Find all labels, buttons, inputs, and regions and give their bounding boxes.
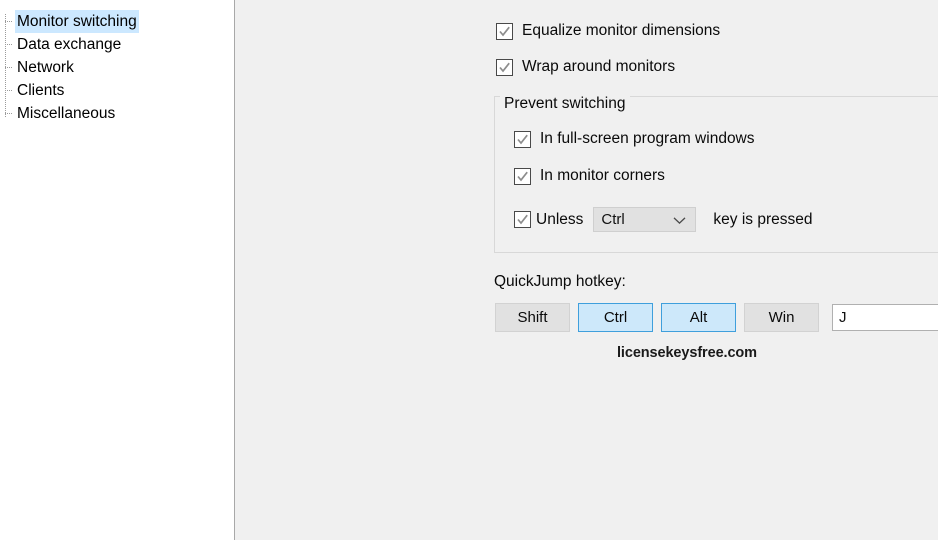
checkbox-row-in-full-screen-program-windows[interactable]: In full-screen program windows bbox=[514, 130, 755, 148]
sidebar-item-label: Monitor switching bbox=[15, 10, 139, 33]
wrap-around-monitors-label: Wrap around monitors bbox=[522, 58, 676, 75]
hotkey-modifier-alt-button[interactable]: Alt bbox=[661, 303, 736, 332]
settings-window: Monitor switching Data exchange Network … bbox=[0, 0, 938, 540]
unless-key-pressed-checkbox[interactable] bbox=[514, 211, 531, 228]
hotkey-modifier-win-button[interactable]: Win bbox=[744, 303, 819, 332]
check-icon bbox=[517, 134, 528, 144]
tree-connector-icon bbox=[5, 67, 13, 68]
monitor-switching-settings-pane: Equalize monitor dimensions Wrap around … bbox=[235, 0, 938, 540]
watermark-text: licensekeysfree.com bbox=[617, 345, 757, 361]
sidebar-item-monitor-switching[interactable]: Monitor switching bbox=[0, 10, 234, 33]
checkbox-row-in-monitor-corners[interactable]: In monitor corners bbox=[514, 167, 665, 185]
equalize-monitor-dimensions-label: Equalize monitor dimensions bbox=[522, 22, 721, 39]
sidebar-item-data-exchange[interactable]: Data exchange bbox=[0, 33, 234, 56]
tree-connector-icon bbox=[5, 113, 13, 114]
hotkey-modifier-ctrl-button[interactable]: Ctrl bbox=[578, 303, 653, 332]
equalize-monitor-dimensions-checkbox[interactable] bbox=[496, 22, 513, 40]
check-icon bbox=[517, 214, 528, 225]
unless-label: Unless bbox=[536, 210, 584, 228]
in-monitor-corners-checkbox[interactable] bbox=[514, 167, 531, 185]
quickjump-hotkey-label: QuickJump hotkey: bbox=[494, 273, 626, 290]
sidebar-item-clients[interactable]: Clients bbox=[0, 79, 234, 102]
wrap-around-monitors-checkbox[interactable] bbox=[496, 58, 513, 76]
quickjump-key-combobox[interactable]: J bbox=[832, 304, 938, 331]
quickjump-key-value: J bbox=[839, 309, 847, 326]
settings-category-tree: Monitor switching Data exchange Network … bbox=[0, 0, 235, 540]
tree-connector-icon bbox=[5, 90, 13, 91]
modifier-key-value: Ctrl bbox=[601, 211, 625, 228]
key-is-pressed-label: key is pressed bbox=[713, 210, 813, 228]
tree-connector-icon bbox=[5, 21, 13, 22]
sidebar-item-label: Miscellaneous bbox=[17, 105, 116, 122]
in-full-screen-program-windows-checkbox[interactable] bbox=[514, 130, 531, 148]
chevron-down-icon bbox=[673, 211, 686, 228]
tree-list: Monitor switching Data exchange Network … bbox=[0, 10, 234, 125]
check-icon bbox=[499, 26, 510, 36]
prevent-switching-groupbox-title: Prevent switching bbox=[500, 95, 631, 113]
tree-connector-icon bbox=[5, 44, 13, 45]
modifier-key-combobox[interactable]: Ctrl bbox=[593, 207, 697, 232]
sidebar-item-miscellaneous[interactable]: Miscellaneous bbox=[0, 102, 234, 125]
sidebar-item-label: Clients bbox=[17, 82, 65, 99]
checkbox-row-equalize-monitor-dimensions[interactable]: Equalize monitor dimensions bbox=[496, 22, 720, 40]
check-icon bbox=[499, 62, 510, 72]
in-monitor-corners-label: In monitor corners bbox=[540, 167, 665, 184]
sidebar-item-network[interactable]: Network bbox=[0, 56, 234, 79]
quickjump-hotkey-controls: Shift Ctrl Alt Win J bbox=[495, 303, 938, 332]
sidebar-item-label: Network bbox=[17, 59, 74, 76]
check-icon bbox=[517, 171, 528, 181]
hotkey-modifier-shift-button[interactable]: Shift bbox=[495, 303, 570, 332]
unless-key-pressed-row[interactable]: Unless Ctrl key is pressed bbox=[514, 207, 812, 232]
sidebar-item-label: Data exchange bbox=[17, 36, 122, 53]
checkbox-row-wrap-around-monitors[interactable]: Wrap around monitors bbox=[496, 58, 675, 76]
in-full-screen-program-windows-label: In full-screen program windows bbox=[540, 130, 755, 147]
